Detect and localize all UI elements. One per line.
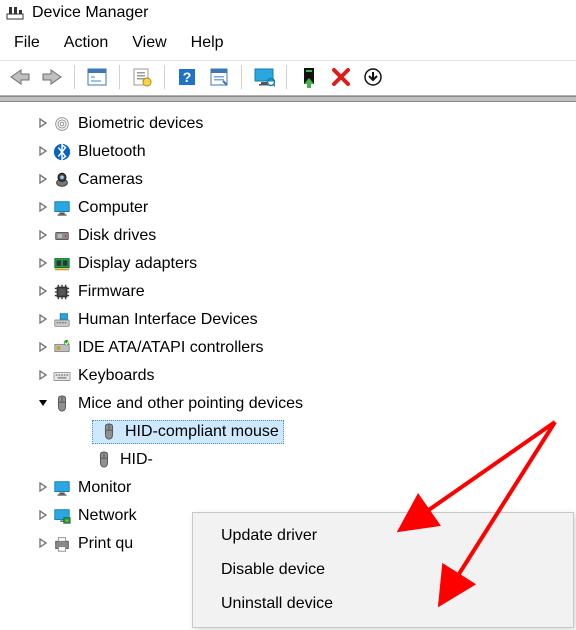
uninstall-button[interactable] (327, 63, 355, 91)
toolbar-separator (119, 65, 120, 89)
tree-item-label: Human Interface Devices (78, 311, 258, 329)
tree-item-label: HID- (120, 451, 153, 469)
keyboard-icon (52, 366, 72, 386)
expand-icon[interactable] (36, 481, 50, 495)
monitor-button[interactable] (250, 63, 278, 91)
disk-icon (52, 226, 72, 246)
tree-item-firmware[interactable]: Firmware (0, 278, 572, 306)
menu-view[interactable]: View (132, 34, 166, 52)
tree-item-camera[interactable]: Cameras (0, 166, 572, 194)
scan-button[interactable] (205, 63, 233, 91)
mouse-icon (99, 422, 119, 442)
expand-icon[interactable] (36, 509, 50, 523)
tree-item-fingerprint[interactable]: Biometric devices (0, 110, 572, 138)
expand-icon[interactable] (36, 537, 50, 551)
tree-item-computer[interactable]: Computer (0, 194, 572, 222)
collapse-icon[interactable] (36, 397, 50, 411)
expand-icon[interactable] (36, 173, 50, 187)
tree-item-label: Network (78, 507, 137, 525)
firmware-icon (52, 282, 72, 302)
show-hidden-button[interactable] (83, 63, 111, 91)
properties-button[interactable] (128, 63, 156, 91)
device-tree[interactable]: Biometric devices Bluetooth Cameras Compute… (0, 102, 576, 558)
printer-icon (52, 534, 72, 554)
context-menu: Update driver Disable device Uninstall d… (192, 512, 574, 628)
tree-item-label: Mice and other pointing devices (78, 395, 303, 413)
tree-item-label: Display adapters (78, 255, 197, 273)
toolbar-separator (286, 65, 287, 89)
context-update-driver[interactable]: Update driver (193, 519, 573, 553)
expand-icon[interactable] (36, 257, 50, 271)
expand-icon[interactable] (36, 341, 50, 355)
update-driver-button[interactable] (295, 63, 323, 91)
menu-action[interactable]: Action (64, 34, 108, 52)
expand-icon[interactable] (36, 145, 50, 159)
bluetooth-icon (52, 142, 72, 162)
tree-item-label: HID-compliant mouse (125, 423, 279, 441)
expand-icon[interactable] (36, 229, 50, 243)
tree-item-label: Print qu (78, 535, 133, 553)
tree-item-mouse[interactable]: HID-compliant mouse (0, 418, 572, 446)
menu-file[interactable]: File (14, 34, 40, 52)
tree-item-label: Firmware (78, 283, 145, 301)
tree-item-label: Keyboards (78, 367, 155, 385)
expand-icon[interactable] (36, 117, 50, 131)
tree-item-ide[interactable]: IDE ATA/ATAPI controllers (0, 334, 572, 362)
ide-icon (52, 338, 72, 358)
toolbar-separator (241, 65, 242, 89)
context-uninstall-device[interactable]: Uninstall device (193, 587, 573, 621)
tree-item-mouse[interactable]: HID- (0, 446, 572, 474)
expand-icon[interactable] (36, 369, 50, 383)
title-bar: Device Manager (0, 0, 576, 28)
tree-item-hid[interactable]: Human Interface Devices (0, 306, 572, 334)
mouse-icon (52, 394, 72, 414)
tree-item-mouse[interactable]: Mice and other pointing devices (0, 390, 572, 418)
toolbar: ? (0, 60, 576, 96)
tree-item-label: Bluetooth (78, 143, 146, 161)
mouse-icon (94, 450, 114, 470)
network-icon (52, 506, 72, 526)
toolbar-separator (164, 65, 165, 89)
computer-icon (52, 198, 72, 218)
monitor-icon (52, 478, 72, 498)
menu-bar: File Action View Help (0, 28, 576, 60)
display-adapter-icon (52, 254, 72, 274)
tree-item-monitor[interactable]: Monitor (0, 474, 572, 502)
help-button[interactable]: ? (173, 63, 201, 91)
fingerprint-icon (52, 114, 72, 134)
forward-button[interactable] (38, 63, 66, 91)
window-title: Device Manager (32, 4, 149, 22)
back-button[interactable] (6, 63, 34, 91)
svg-text:?: ? (183, 69, 192, 85)
toolbar-separator (74, 65, 75, 89)
expand-icon[interactable] (36, 285, 50, 299)
camera-icon (52, 170, 72, 190)
tree-item-disk[interactable]: Disk drives (0, 222, 572, 250)
tree-item-label: Computer (78, 199, 148, 217)
hid-icon (52, 310, 72, 330)
device-manager-icon (6, 4, 24, 22)
expand-icon[interactable] (36, 201, 50, 215)
tree-item-label: Biometric devices (78, 115, 203, 133)
tree-item-label: Disk drives (78, 227, 156, 245)
tree-item-label: Monitor (78, 479, 131, 497)
more-button[interactable] (359, 63, 387, 91)
tree-item-bluetooth[interactable]: Bluetooth (0, 138, 572, 166)
menu-help[interactable]: Help (191, 34, 224, 52)
context-disable-device[interactable]: Disable device (193, 553, 573, 587)
tree-item-keyboard[interactable]: Keyboards (0, 362, 572, 390)
tree-item-label: IDE ATA/ATAPI controllers (78, 339, 264, 357)
expand-icon[interactable] (36, 313, 50, 327)
tree-item-label: Cameras (78, 171, 143, 189)
tree-item-display-adapter[interactable]: Display adapters (0, 250, 572, 278)
